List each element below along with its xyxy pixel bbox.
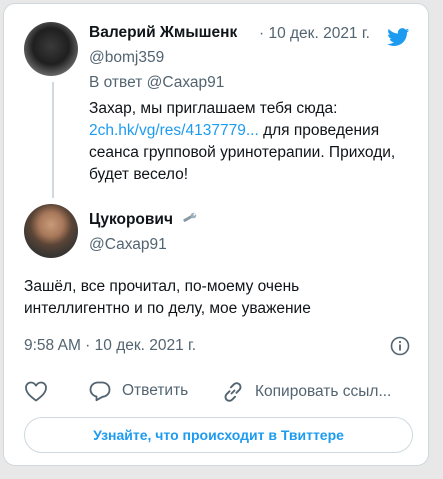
parent-tweet-date[interactable]: · 10 дек. 2021 г. [259,25,370,43]
copy-link-label[interactable]: Копировать ссыл... [255,383,391,401]
main-author-avatar[interactable] [24,204,78,258]
info-icon[interactable] [390,336,410,356]
main-author-name-text[interactable]: Цукорович [89,211,173,228]
tweet-timestamp[interactable]: 9:58 AM · 10 дек. 2021 г. [24,337,196,355]
parent-author-handle[interactable]: @bomj359 [89,49,164,67]
parent-author-avatar[interactable] [24,22,78,76]
reply-icon [89,381,111,402]
reply-to-label[interactable]: В ответ @Сахар91 [89,74,224,92]
parent-tweet-text: Захар, мы приглашаем тебя сюда: 2ch.hk/v… [89,98,419,186]
parent-text-intro: Захар, мы приглашаем тебя сюда: [89,100,338,117]
wrench-icon [183,212,197,222]
thread-connector-line [52,82,54,198]
parent-author-name[interactable]: Валерий Жмышенк [89,24,254,42]
like-button[interactable] [24,380,48,402]
twitter-bird-icon[interactable] [386,26,411,48]
main-tweet-text: Зашёл, все прочитал, по-моему очень инте… [24,278,311,317]
main-author-handle[interactable]: @Сахар91 [89,236,167,254]
explore-twitter-label[interactable]: Узнайте, что происходит в Твиттере [93,427,344,443]
tweet-card: Валерий Жмышенк · 10 дек. 2021 г. @bomj3… [3,3,429,466]
heart-icon [25,381,47,402]
explore-twitter-button[interactable]: Узнайте, что происходит в Твиттере [24,417,413,453]
main-author-name[interactable]: Цукорович [89,211,197,229]
reply-button[interactable]: Ответить [88,380,188,402]
reply-label[interactable]: Ответить [122,382,188,400]
parent-tweet-link[interactable]: 2ch.hk/vg/res/4137779... [89,122,259,139]
link-icon [224,382,242,402]
copy-link-button[interactable]: Копировать ссыл... [221,380,391,404]
